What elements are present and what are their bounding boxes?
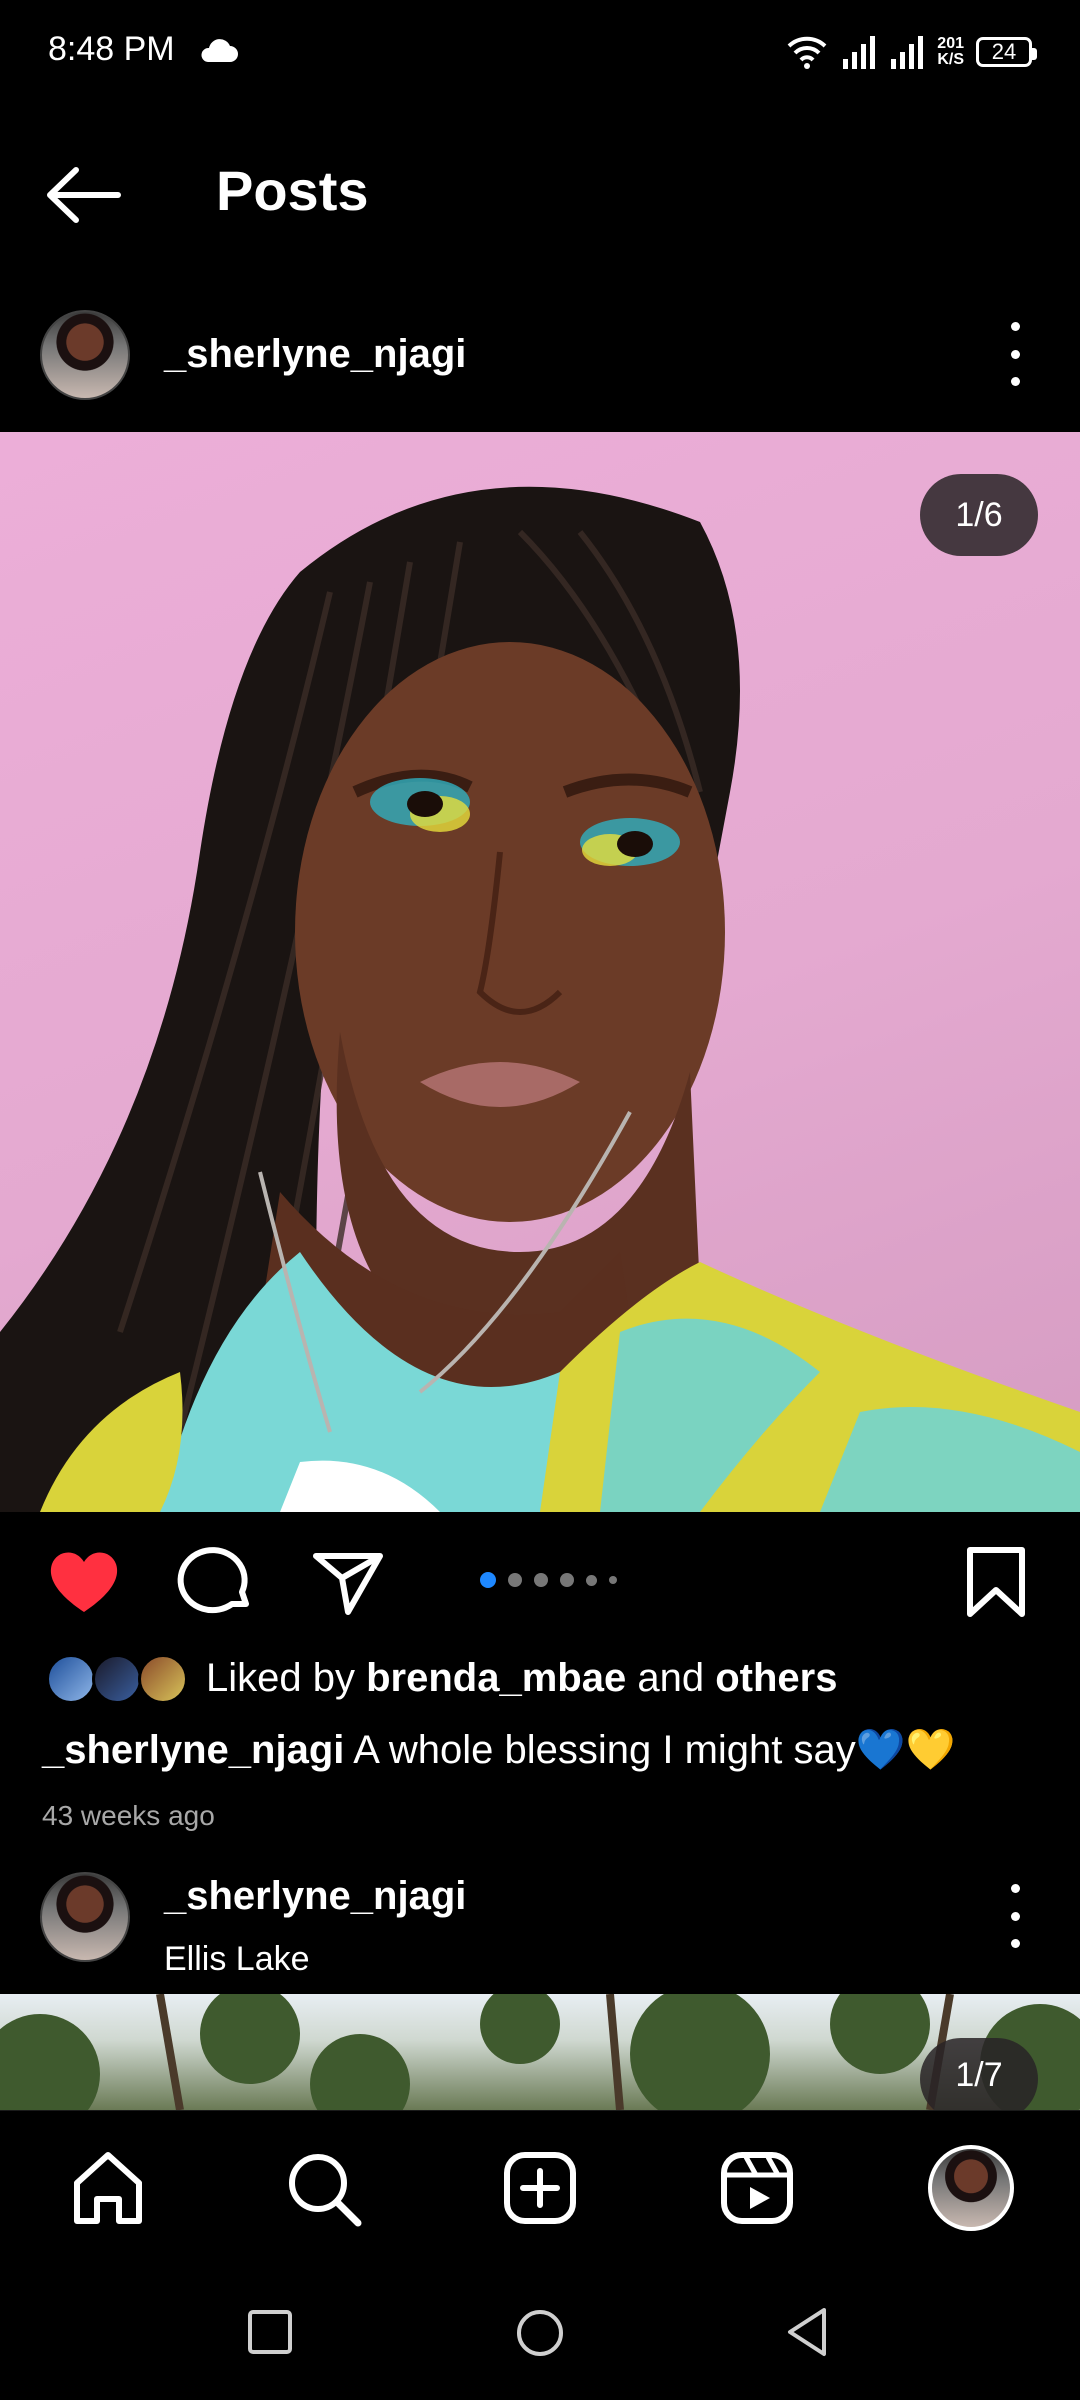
app-header: Posts (0, 120, 1080, 270)
battery-level: 24 (991, 39, 1017, 64)
carousel-dot (480, 1572, 496, 1588)
home-circle-icon[interactable] (515, 2308, 565, 2358)
carousel-dot (534, 1573, 548, 1587)
carousel-dots (480, 1572, 617, 1588)
likes-prefix: Liked by (206, 1655, 355, 1700)
more-options-icon[interactable] (990, 1884, 1040, 1948)
avatar (928, 2145, 1014, 2231)
caption-username[interactable]: _sherlyne_njagi (42, 1728, 344, 1772)
caption-text: A whole blessing I might say💙💛 (353, 1728, 956, 1772)
comment-icon[interactable] (176, 1542, 256, 1622)
home-icon[interactable] (63, 2143, 153, 2233)
page-title: Posts (216, 159, 369, 222)
like-heart-icon[interactable] (44, 1542, 124, 1622)
net-speed: 201 K/S (937, 36, 964, 68)
post-header: _sherlyne_njagi (0, 300, 1080, 430)
post-username[interactable]: _sherlyne_njagi (164, 1874, 466, 1919)
likes-row[interactable]: Liked by brenda_mbae and others (46, 1648, 837, 1708)
likes-others[interactable]: others (715, 1656, 837, 1700)
signal-icon (891, 36, 924, 69)
bottom-nav (0, 2110, 1080, 2261)
search-icon[interactable] (278, 2143, 368, 2233)
avatar (92, 1654, 142, 1704)
net-speed-value: 201 (937, 35, 964, 52)
post-caption: _sherlyne_njagi A whole blessing I might… (42, 1726, 1042, 1773)
carousel-counter: 1/6 (920, 474, 1038, 556)
status-time: 8:48 PM (48, 30, 175, 68)
post-timestamp: 43 weeks ago (42, 1800, 215, 1831)
next-post-image[interactable]: 1/7 (0, 1994, 1080, 2110)
avatar (138, 1654, 188, 1704)
battery-icon: 24 (976, 37, 1037, 67)
signal-icon (843, 36, 876, 69)
status-bar: 8:48 PM 201 K/S 24 (0, 0, 1080, 100)
liker-username[interactable]: brenda_mbae (366, 1656, 626, 1700)
net-speed-unit: K/S (937, 51, 964, 68)
back-triangle-icon[interactable] (784, 2306, 830, 2358)
more-options-icon[interactable] (990, 322, 1040, 386)
carousel-counter: 1/7 (920, 2038, 1038, 2110)
trees-photo (0, 1994, 1080, 2110)
avatar (46, 1654, 96, 1704)
wifi-icon (787, 36, 827, 69)
next-post-header: _sherlyne_njagi Ellis Lake (0, 1862, 1080, 1992)
status-icons: 201 K/S 24 (785, 34, 1037, 70)
system-nav-bar (0, 2260, 1080, 2400)
portrait-photo (0, 486, 1080, 1512)
back-arrow-icon[interactable] (40, 160, 130, 230)
liker-avatars (46, 1650, 196, 1706)
post-image[interactable]: 1/6 (0, 432, 1080, 1512)
cloud-icon (201, 39, 238, 62)
carousel-dot (609, 1576, 617, 1584)
recents-icon[interactable] (246, 2308, 294, 2356)
post-username[interactable]: _sherlyne_njagi (164, 332, 466, 377)
likes-text: Liked by brenda_mbae and others (206, 1656, 837, 1701)
share-icon[interactable] (308, 1542, 388, 1622)
likes-connector: and (637, 1655, 705, 1700)
bookmark-icon[interactable] (956, 1542, 1036, 1622)
avatar[interactable] (40, 310, 130, 400)
create-icon[interactable] (495, 2143, 585, 2233)
carousel-dot (586, 1574, 597, 1586)
carousel-dot (560, 1573, 574, 1587)
avatar[interactable] (40, 1872, 130, 1962)
profile-tab[interactable] (926, 2143, 1016, 2233)
carousel-dot (508, 1573, 522, 1587)
post-actions (0, 1512, 1080, 1642)
post-location[interactable]: Ellis Lake (164, 1940, 310, 1979)
reels-icon[interactable] (712, 2143, 802, 2233)
